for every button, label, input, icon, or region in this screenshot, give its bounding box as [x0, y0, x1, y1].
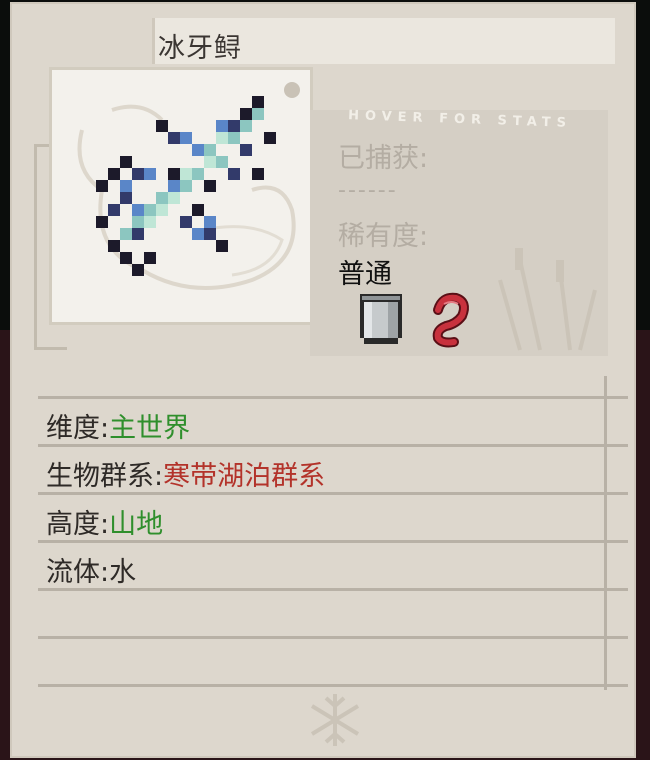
- ruled-line: [38, 636, 628, 639]
- fish-image-frame[interactable]: [52, 70, 310, 322]
- fish-name: 冰牙鲟: [158, 33, 242, 64]
- dimension-row: 维度:主世界: [46, 406, 190, 445]
- rarity-value: 普通: [338, 259, 392, 290]
- dimension-value: 主世界: [109, 413, 191, 444]
- bucket-icon[interactable]: [354, 290, 408, 350]
- rarity-label: 稀有度:: [338, 221, 429, 252]
- caught-label: 已捕获:: [338, 143, 429, 174]
- margin-line: [604, 376, 607, 690]
- fluid-label: 流体:: [46, 557, 110, 588]
- dimension-label: 维度:: [46, 413, 110, 444]
- fluid-value: 水: [109, 557, 137, 588]
- biome-label: 生物群系:: [46, 461, 164, 492]
- ruled-line: [38, 684, 628, 687]
- height-row: 高度:山地: [46, 502, 163, 541]
- biome-value: 寒带湖泊群系: [163, 461, 326, 492]
- caught-value: ------: [338, 178, 398, 203]
- height-label: 高度:: [46, 509, 110, 540]
- snowflake-icon: [310, 694, 360, 746]
- biome-row: 生物群系:寒带湖泊群系: [46, 454, 325, 493]
- fish-sprite-icon: [96, 96, 276, 276]
- fluid-row: 流体:水: [46, 550, 136, 589]
- height-value: 山地: [109, 509, 164, 540]
- ruled-line: [38, 396, 628, 399]
- worm-bait-icon[interactable]: [424, 290, 474, 350]
